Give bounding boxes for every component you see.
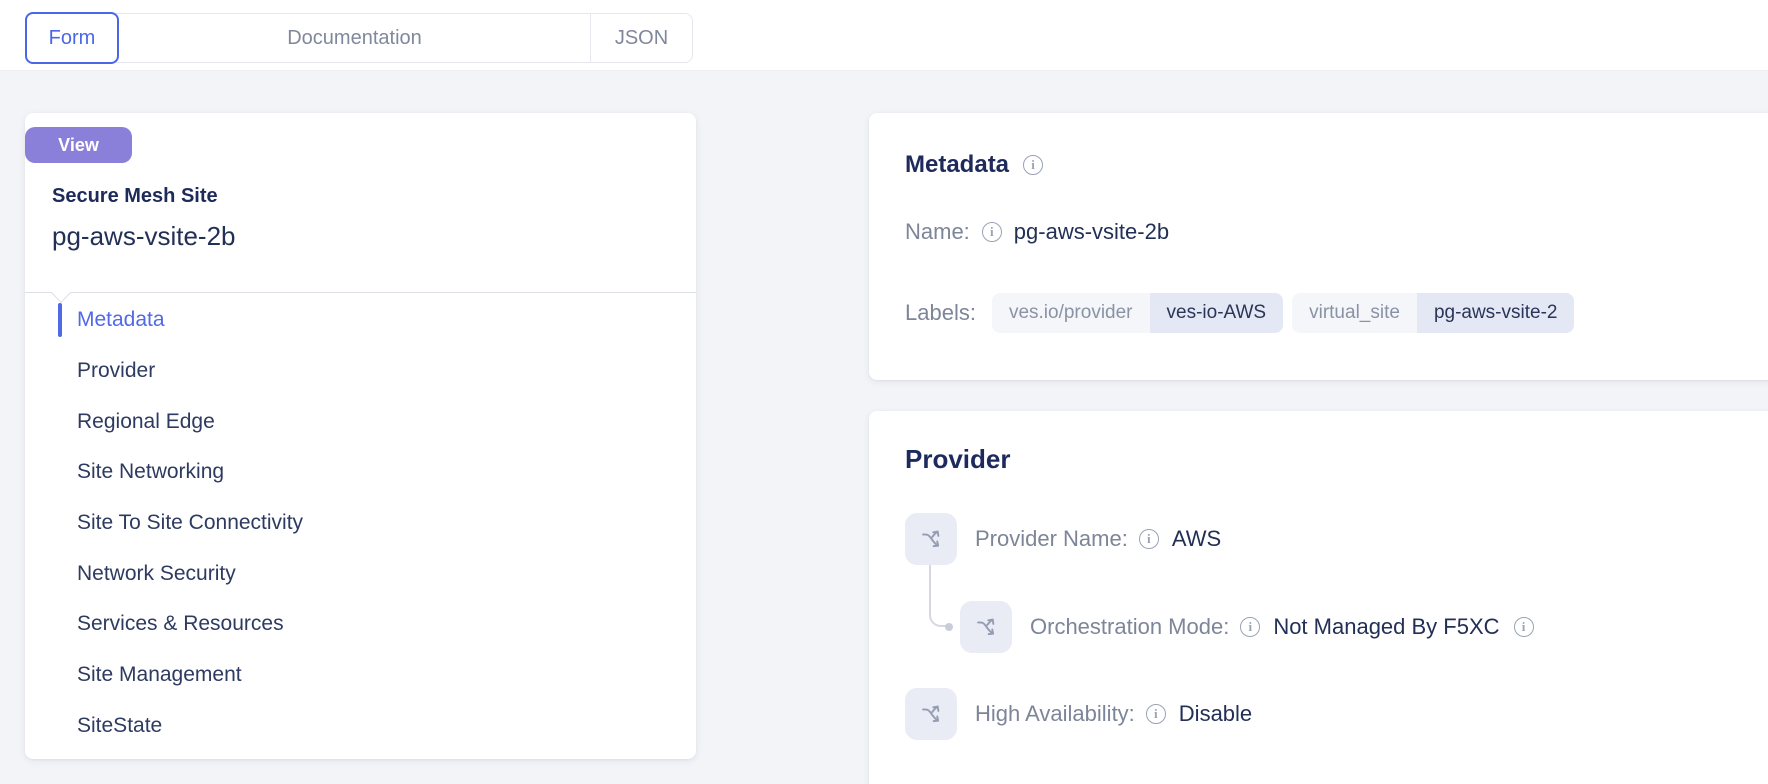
branch-arrow-icon [905,688,957,740]
info-icon[interactable]: i [1240,617,1261,637]
info-icon[interactable]: i [981,222,1002,242]
branch-arrow-icon [960,601,1012,653]
label-chip: ves.io/provider ves-io-AWS [991,293,1284,333]
name-field-value: pg-aws-vsite-2b [1013,219,1170,244]
metadata-section-title: Metadata [905,151,1010,178]
label-key: ves.io/provider [991,293,1150,333]
tree-connector-dot [945,623,953,631]
label-value: pg-aws-vsite-2 [1416,293,1575,333]
active-indicator-bar [58,303,62,337]
tab-form[interactable]: Form [25,12,119,64]
sidebar-item-label: Site Networking [77,460,225,484]
sidebar-item-regional-edge[interactable]: Regional Edge [25,396,696,447]
sidebar-item-metadata[interactable]: Metadata [25,295,696,346]
label-value: ves-io-AWS [1149,293,1284,333]
secure-mesh-site-view-page: Form Documentation JSON View Secure Mesh… [0,0,1768,784]
branch-arrow-icon [905,513,957,565]
high-availability-value: Disable [1178,701,1253,726]
orchestration-mode-label: Orchestration Mode: [1030,614,1230,639]
sidebar-item-label: SiteState [77,713,163,737]
orchestration-mode-field-row: Orchestration Mode: i Not Managed By F5X… [960,601,1547,653]
sidebar-item-site-management[interactable]: Site Management [25,650,696,701]
sidebar-item-label: Site Management [77,663,242,687]
high-availability-label: High Availability: [975,701,1135,726]
view-mode-badge: View [25,127,132,163]
sidebar-item-services-resources[interactable]: Services & Resources [25,599,696,650]
labels-field-label: Labels: [905,300,976,325]
sidebar-item-provider[interactable]: Provider [25,346,696,397]
sidebar-item-label: Network Security [77,561,236,585]
sidebar-item-site-networking[interactable]: Site Networking [25,447,696,498]
info-icon[interactable]: i [1023,155,1044,175]
section-nav: Metadata Provider Regional Edge Site Net… [25,295,696,751]
info-icon[interactable]: i [1513,617,1534,637]
tab-documentation[interactable]: Documentation [119,14,590,62]
label-key: virtual_site [1292,293,1417,333]
info-icon[interactable]: i [1145,704,1166,724]
sidebar-item-network-security[interactable]: Network Security [25,548,696,599]
provider-section-title: Provider [905,444,1011,474]
view-mode-tabset: Form Documentation JSON [25,12,693,64]
sidebar-item-label: Metadata [77,308,165,332]
sidebar-card: View Secure Mesh Site pg-aws-vsite-2b Me… [25,113,696,759]
object-name-title: pg-aws-vsite-2b [52,221,236,251]
sidebar-item-label: Regional Edge [77,409,215,433]
top-bar: Form Documentation JSON [0,0,1768,71]
info-icon[interactable]: i [1138,529,1159,549]
metadata-section-card: Metadata i Name: i pg-aws-vsite-2b Label… [869,113,1768,380]
label-chip-list: ves.io/provider ves-io-AWS virtual_site … [991,293,1575,333]
provider-name-field-row: Provider Name: i AWS [905,513,1221,565]
name-field-label: Name: [905,219,970,244]
high-availability-field-row: High Availability: i Disable [905,688,1252,740]
provider-name-label: Provider Name: [975,526,1128,551]
tree-connector-line [929,565,949,627]
sidebar-item-label: Services & Resources [77,612,284,636]
orchestration-mode-value: Not Managed By F5XC [1273,614,1500,639]
name-field-row: Name: i pg-aws-vsite-2b [905,210,1169,254]
labels-field-row: Labels: ves.io/provider ves-io-AWS virtu… [905,291,1575,335]
sidebar-item-site-to-site-connectivity[interactable]: Site To Site Connectivity [25,498,696,549]
label-chip: virtual_site pg-aws-vsite-2 [1292,293,1575,333]
tab-json[interactable]: JSON [590,14,692,62]
provider-name-value: AWS [1171,526,1222,551]
sidebar-item-sitestate[interactable]: SiteState [25,701,696,752]
sidebar-item-label: Provider [77,359,156,383]
sidebar-divider [25,292,696,293]
sidebar-item-label: Site To Site Connectivity [77,511,304,535]
provider-section-card: Provider Provider Name: i AWS Orchestrat… [869,411,1768,784]
object-type-title: Secure Mesh Site [52,185,218,207]
